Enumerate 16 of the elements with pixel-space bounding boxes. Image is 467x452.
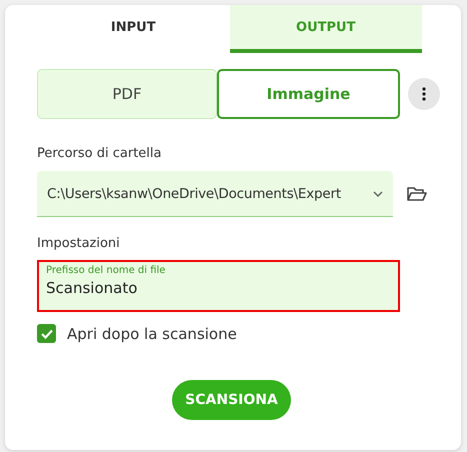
checkbox-label: Apri dopo la scansione	[67, 324, 237, 342]
checkbox[interactable]	[37, 324, 56, 343]
folder-dropdown[interactable]: C:\Users\ksanw\OneDrive\Documents\Expert	[37, 171, 393, 217]
format-button[interactable]: PDF	[37, 69, 217, 119]
format-button[interactable]: Immagine	[217, 69, 400, 119]
folder-label: Percorso di cartella	[37, 146, 162, 161]
filename-prefix-field[interactable]: Prefisso del nome di file Scansionato	[37, 260, 400, 312]
more-button[interactable]	[408, 78, 440, 110]
settings-heading: Impostazioni	[37, 236, 121, 251]
tab[interactable]: INPUT	[37, 5, 230, 53]
checkmark-icon	[40, 328, 52, 338]
chevron-down-icon	[373, 190, 383, 196]
field-value[interactable]: Scansionato	[46, 279, 391, 297]
more-icon	[422, 87, 426, 101]
field-label: Prefisso del nome di file	[46, 265, 166, 276]
folder-icon[interactable]	[407, 186, 427, 202]
